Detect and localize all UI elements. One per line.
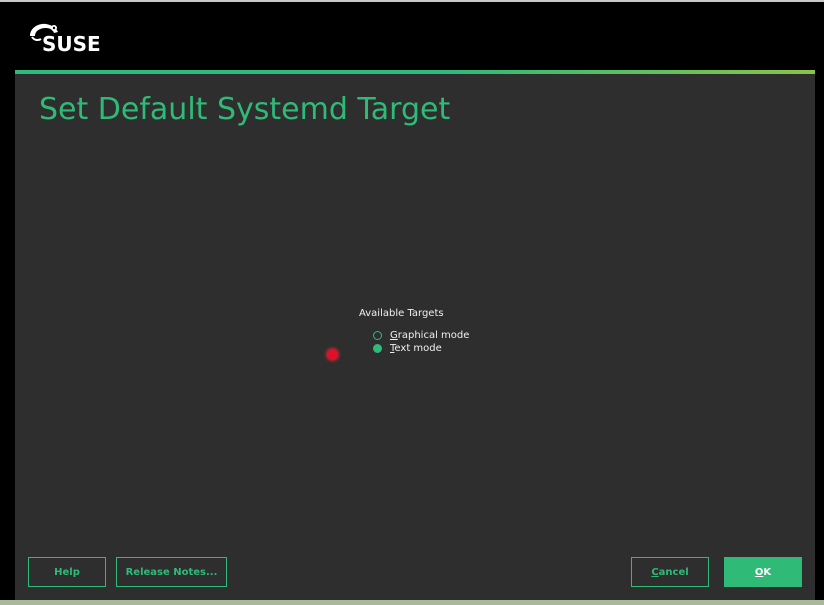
accent-divider bbox=[15, 70, 815, 74]
suse-logo: SUSE bbox=[28, 20, 108, 58]
help-button[interactable]: Help bbox=[28, 557, 106, 587]
radio-checked-icon[interactable] bbox=[373, 344, 382, 353]
release-notes-button[interactable]: Release Notes... bbox=[116, 557, 227, 587]
page-title: Set Default Systemd Target bbox=[39, 92, 451, 127]
group-label: Available Targets bbox=[359, 308, 444, 319]
cancel-rest: ancel bbox=[658, 566, 689, 578]
ok-button[interactable]: OK bbox=[724, 557, 802, 587]
label-rest: ext mode bbox=[394, 343, 442, 354]
radio-unchecked-icon[interactable] bbox=[373, 331, 382, 340]
radio-label-graphical: Graphical mode bbox=[390, 330, 469, 341]
main-panel: Set Default Systemd Target Available Tar… bbox=[15, 70, 815, 600]
radio-text-mode[interactable]: Text mode bbox=[373, 342, 519, 355]
mnemonic-o: O bbox=[754, 566, 764, 578]
top-edge bbox=[0, 0, 824, 2]
radio-graphical-mode[interactable]: Graphical mode bbox=[373, 329, 519, 342]
radio-label-text: Text mode bbox=[390, 343, 442, 354]
logo-wordmark: SUSE bbox=[42, 32, 101, 56]
pointer-dot-icon bbox=[327, 349, 338, 360]
available-targets-group: Available Targets Graphical mode Text mo… bbox=[359, 308, 519, 355]
cancel-button[interactable]: Cancel bbox=[631, 557, 709, 587]
installer-screen: SUSE Set Default Systemd Target Availabl… bbox=[0, 0, 824, 605]
ok-rest: K bbox=[763, 566, 772, 578]
mnemonic-g: G bbox=[390, 330, 398, 341]
label-rest: raphical mode bbox=[397, 330, 470, 341]
mnemonic-c: C bbox=[651, 566, 659, 578]
bottom-strip bbox=[0, 600, 824, 605]
